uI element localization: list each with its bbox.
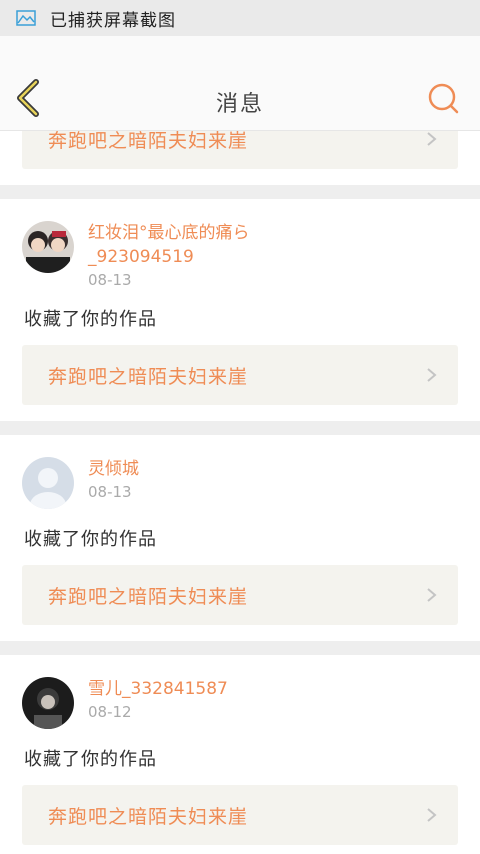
image-icon [16, 10, 36, 26]
work-link-card[interactable]: 奔跑吧之暗陌夫妇来崖 [22, 345, 458, 405]
message-time: 08-13 [88, 483, 132, 501]
message-action-text: 收藏了你的作品 [24, 529, 157, 550]
chevron-right-icon [427, 808, 437, 822]
work-title: 奔跑吧之暗陌夫妇来崖 [48, 805, 249, 828]
avatar[interactable] [22, 221, 74, 273]
message-action-text: 收藏了你的作品 [24, 309, 157, 330]
chevron-right-icon [427, 368, 437, 382]
page-title: 消息 [215, 92, 264, 117]
default-avatar-icon [22, 457, 74, 509]
sender-name[interactable]: 红妆泪°最心底的痛ら_923094519 [88, 221, 278, 269]
work-link-card[interactable]: 奔跑吧之暗陌夫妇来崖 [22, 565, 458, 625]
message-list[interactable]: 奔跑吧之暗陌夫妇来崖 红妆泪°最心底的痛ら_923094519 08-13 收藏… [0, 131, 480, 854]
work-link-card[interactable]: 奔跑吧之暗陌夫妇来崖 [22, 785, 458, 845]
sender-name[interactable]: 灵倾城 [88, 457, 278, 481]
message-item: 灵倾城 08-13 收藏了你的作品 奔跑吧之暗陌夫妇来崖 [0, 435, 480, 641]
avatar[interactable] [22, 457, 74, 509]
avatar-photo-icon [22, 221, 74, 273]
work-title: 奔跑吧之暗陌夫妇来崖 [48, 131, 249, 152]
work-link-card[interactable]: 奔跑吧之暗陌夫妇来崖 [22, 131, 458, 169]
divider [0, 421, 480, 435]
search-icon[interactable] [426, 82, 460, 116]
message-time: 08-12 [88, 703, 132, 721]
sender-name[interactable]: 雪儿_332841587 [88, 677, 278, 701]
message-time: 08-13 [88, 271, 132, 289]
list-item: 奔跑吧之暗陌夫妇来崖 [0, 131, 480, 185]
work-title: 奔跑吧之暗陌夫妇来崖 [48, 365, 249, 388]
work-title: 奔跑吧之暗陌夫妇来崖 [48, 585, 249, 608]
nav-bar: 消息 [0, 36, 480, 131]
message-item: 雪儿_332841587 08-12 收藏了你的作品 奔跑吧之暗陌夫妇来崖 [0, 655, 480, 854]
chevron-right-icon [427, 132, 437, 146]
status-bar: 已捕获屏幕截图 [0, 0, 480, 36]
message-item: 红妆泪°最心底的痛ら_923094519 08-13 收藏了你的作品 奔跑吧之暗… [0, 199, 480, 421]
divider [0, 185, 480, 199]
divider [0, 641, 480, 655]
chevron-right-icon [427, 588, 437, 602]
message-action-text: 收藏了你的作品 [24, 749, 157, 770]
avatar-photo-icon [22, 677, 74, 729]
status-text: 已捕获屏幕截图 [50, 10, 176, 31]
avatar[interactable] [22, 677, 74, 729]
